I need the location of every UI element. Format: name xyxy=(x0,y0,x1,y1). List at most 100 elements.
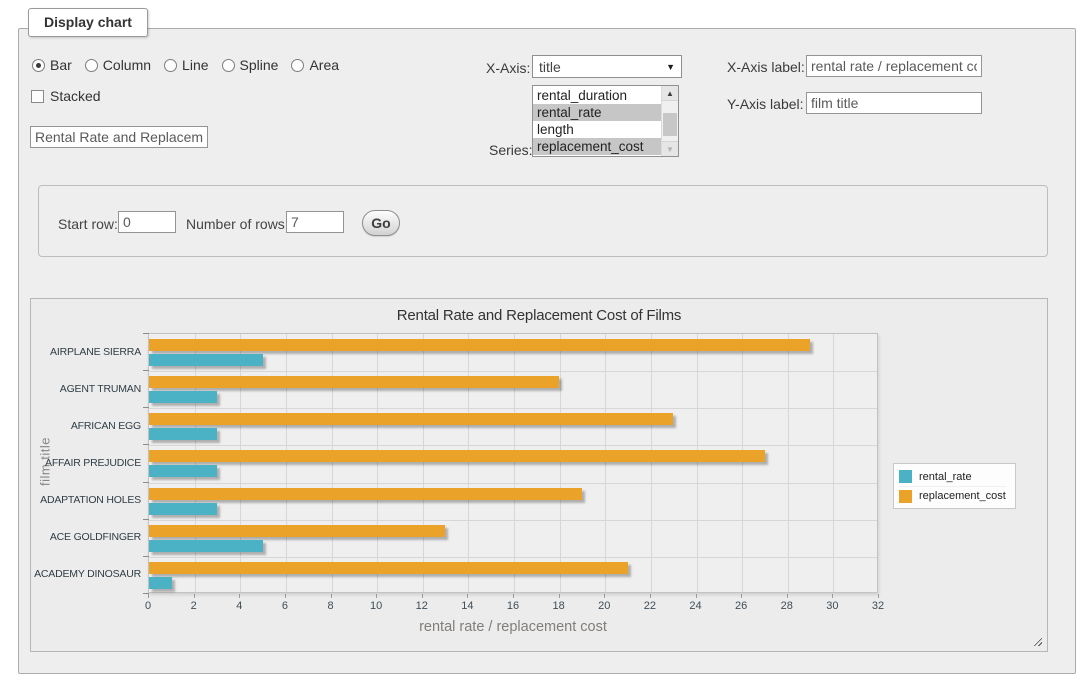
x-tick-mark xyxy=(650,594,651,598)
series-options: rental_durationrental_ratelengthreplacem… xyxy=(533,86,661,156)
gridline-y xyxy=(149,371,877,372)
checkbox-icon[interactable] xyxy=(31,90,44,103)
number-of-rows-input[interactable] xyxy=(286,211,344,233)
bar-replacement_cost xyxy=(149,525,445,537)
x-tick-mark xyxy=(422,594,423,598)
category-label: ACE GOLDFINGER xyxy=(31,531,141,543)
bar-replacement_cost xyxy=(149,450,765,462)
gridline-x xyxy=(651,334,652,592)
bar-replacement_cost xyxy=(149,376,559,388)
x-tick-mark xyxy=(148,594,149,598)
y-tick-mark xyxy=(143,444,149,445)
y-tick-mark xyxy=(143,407,149,408)
x-tick-mark xyxy=(331,594,332,598)
chart-legend: rental_rate replacement_cost xyxy=(893,463,1016,509)
series-option-length[interactable]: length xyxy=(533,121,661,138)
plot-area xyxy=(148,333,878,593)
chart-type-label: Column xyxy=(103,57,151,73)
y-axis-label-field-label: Y-Axis label: xyxy=(727,96,804,112)
scrollbar-thumb[interactable] xyxy=(663,113,677,136)
x-tick-label: 26 xyxy=(726,600,756,612)
x-tick-label: 14 xyxy=(452,600,482,612)
gridline-x xyxy=(332,334,333,592)
gridline-x xyxy=(605,334,606,592)
chart-type-spline[interactable]: Spline xyxy=(222,57,279,73)
bar-replacement_cost xyxy=(149,488,582,500)
x-axis-select-label: X-Axis: xyxy=(486,60,530,76)
chart-title-input[interactable] xyxy=(30,126,208,148)
x-tick-label: 8 xyxy=(316,600,346,612)
x-tick-mark xyxy=(194,594,195,598)
series-option-replacement_cost[interactable]: replacement_cost xyxy=(533,138,661,155)
series-option-rental_rate[interactable]: rental_rate xyxy=(533,104,661,121)
gridline-x xyxy=(697,334,698,592)
x-tick-label: 6 xyxy=(270,600,300,612)
category-label: AGENT TRUMAN xyxy=(31,383,141,395)
chart-type-column[interactable]: Column xyxy=(85,57,151,73)
bar-rental_rate xyxy=(149,354,263,366)
gridline-x xyxy=(560,334,561,592)
legend-label: rental_rate xyxy=(919,471,972,483)
x-tick-mark xyxy=(741,594,742,598)
radio-icon[interactable] xyxy=(291,59,304,72)
chart-type-label: Line xyxy=(182,57,208,73)
gridline-x xyxy=(742,334,743,592)
category-label: AFRICAN EGG xyxy=(31,420,141,432)
scroll-down-icon[interactable]: ▼ xyxy=(662,141,678,156)
chart-type-bar[interactable]: Bar xyxy=(32,57,72,73)
x-tick-label: 30 xyxy=(817,600,847,612)
go-button[interactable]: Go xyxy=(362,210,400,236)
x-tick-mark xyxy=(376,594,377,598)
stacked-checkbox-row[interactable]: Stacked xyxy=(31,88,101,104)
x-axis-select[interactable]: title ▼ xyxy=(532,55,682,78)
listbox-scrollbar[interactable]: ▲ ▼ xyxy=(661,86,678,156)
legend-item: rental_rate xyxy=(899,467,1006,486)
series-option-rental_duration[interactable]: rental_duration xyxy=(533,87,661,104)
x-tick-mark xyxy=(878,594,879,598)
gridline-x xyxy=(423,334,424,592)
x-tick-mark xyxy=(604,594,605,598)
y-tick-mark xyxy=(143,370,149,371)
bar-replacement_cost xyxy=(149,562,628,574)
gridline-x xyxy=(240,334,241,592)
start-row-input[interactable] xyxy=(118,211,176,233)
x-axis-label-input[interactable] xyxy=(806,55,982,77)
x-tick-mark xyxy=(239,594,240,598)
chart-type-line[interactable]: Line xyxy=(164,57,208,73)
series-listbox[interactable]: rental_durationrental_ratelengthreplacem… xyxy=(532,85,679,157)
bar-rental_rate xyxy=(149,391,217,403)
bar-rental_rate xyxy=(149,503,217,515)
resize-handle-icon[interactable] xyxy=(1031,635,1042,646)
x-tick-mark xyxy=(559,594,560,598)
x-tick-mark xyxy=(513,594,514,598)
chevron-down-icon: ▼ xyxy=(666,62,675,72)
radio-icon[interactable] xyxy=(32,59,45,72)
y-tick-mark xyxy=(143,333,149,334)
stacked-label: Stacked xyxy=(50,88,101,104)
x-tick-mark xyxy=(787,594,788,598)
chart-type-area[interactable]: Area xyxy=(291,57,339,73)
chart-type-label: Area xyxy=(309,57,339,73)
chart-type-radios: Bar Column Line Spline Area xyxy=(32,57,339,73)
gridline-y xyxy=(149,557,877,558)
x-tick-label: 20 xyxy=(589,600,619,612)
x-tick-label: 4 xyxy=(224,600,254,612)
scroll-up-icon[interactable]: ▲ xyxy=(662,86,678,101)
radio-icon[interactable] xyxy=(85,59,98,72)
y-tick-mark xyxy=(143,519,149,520)
x-tick-mark xyxy=(696,594,697,598)
radio-icon[interactable] xyxy=(222,59,235,72)
x-tick-mark xyxy=(832,594,833,598)
category-label: AFFAIR PREJUDICE xyxy=(31,457,141,469)
category-label: ADAPTATION HOLES xyxy=(31,494,141,506)
gridline-x xyxy=(286,334,287,592)
legend-item: replacement_cost xyxy=(899,486,1006,505)
y-tick-mark xyxy=(143,593,149,594)
y-axis-label-input[interactable] xyxy=(806,92,982,114)
legend-swatch-icon xyxy=(899,490,912,503)
radio-icon[interactable] xyxy=(164,59,177,72)
x-tick-label: 32 xyxy=(863,600,893,612)
bar-rental_rate xyxy=(149,577,172,589)
x-tick-label: 0 xyxy=(133,600,163,612)
x-axis-label-field-label: X-Axis label: xyxy=(727,59,805,75)
